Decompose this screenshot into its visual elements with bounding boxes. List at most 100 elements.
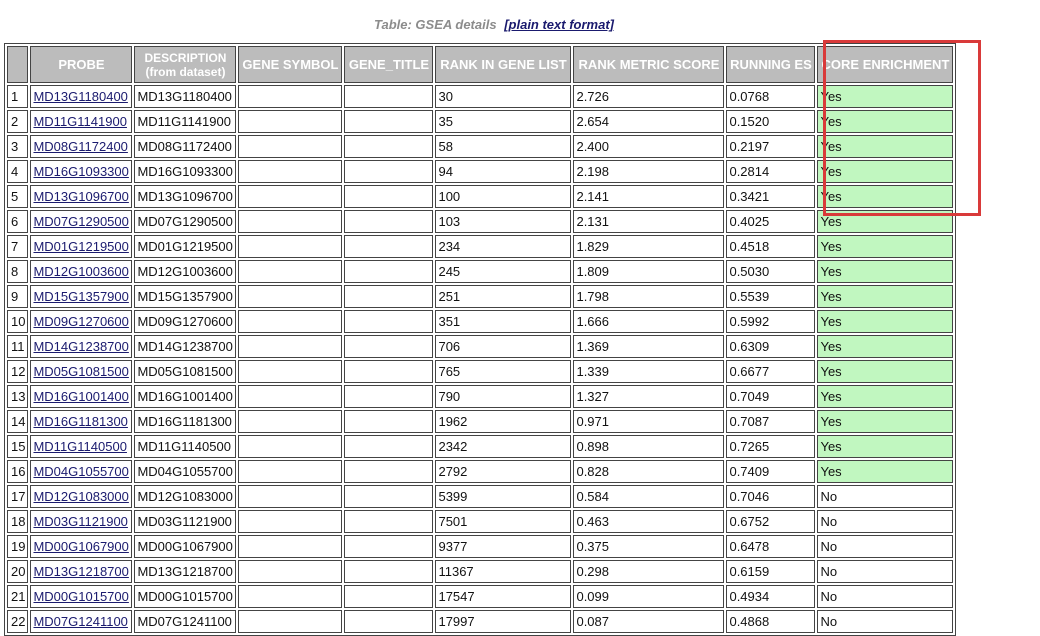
probe-link[interactable]: MD04G1055700	[33, 464, 128, 479]
cell-probe: MD11G1141900	[30, 110, 133, 133]
probe-link[interactable]: MD16G1181300	[33, 414, 127, 429]
cell-gene-symbol	[238, 110, 343, 133]
cell-description: MD05G1081500	[134, 360, 237, 383]
probe-link[interactable]: MD11G1140500	[33, 439, 126, 454]
cell-probe: MD12G1083000	[30, 485, 133, 508]
probe-link[interactable]: MD11G1141900	[33, 114, 126, 129]
caption-text: Table: GSEA details	[374, 17, 497, 32]
cell-probe: MD14G1238700	[30, 335, 133, 358]
cell-rank-in-gene-list: 251	[435, 285, 572, 308]
probe-link[interactable]: MD14G1238700	[33, 339, 128, 354]
probe-link[interactable]: MD07G1241100	[33, 614, 127, 629]
cell-running-es: 0.6159	[726, 560, 816, 583]
cell-probe: MD16G1093300	[30, 160, 133, 183]
cell-description: MD13G1180400	[134, 85, 237, 108]
cell-rank-in-gene-list: 11367	[435, 560, 572, 583]
cell-rank-metric-score: 1.327	[573, 385, 725, 408]
cell-core-enrichment: No	[817, 610, 954, 633]
probe-link[interactable]: MD03G1121900	[33, 514, 127, 529]
cell-gene-symbol	[238, 410, 343, 433]
probe-link[interactable]: MD13G1180400	[33, 89, 127, 104]
probe-link[interactable]: MD00G1015700	[33, 589, 128, 604]
cell-core-enrichment: Yes	[817, 410, 954, 433]
cell-rank-in-gene-list: 5399	[435, 485, 572, 508]
cell-index: 8	[7, 260, 29, 283]
cell-gene-symbol	[238, 460, 343, 483]
cell-gene-symbol	[238, 235, 343, 258]
cell-index: 12	[7, 360, 29, 383]
cell-gene-title	[344, 335, 434, 358]
cell-gene-symbol	[238, 335, 343, 358]
cell-running-es: 0.5992	[726, 310, 816, 333]
cell-rank-metric-score: 1.809	[573, 260, 725, 283]
cell-description: MD01G1219500	[134, 235, 237, 258]
cell-core-enrichment: Yes	[817, 85, 954, 108]
probe-link[interactable]: MD12G1003600	[33, 264, 128, 279]
probe-link[interactable]: MD13G1096700	[33, 189, 128, 204]
cell-gene-title	[344, 560, 434, 583]
cell-index: 18	[7, 510, 29, 533]
plain-text-format-link[interactable]: [plain text format]	[504, 17, 614, 32]
table-row: 22 MD07G1241100 MD07G1241100 17997 0.087 0.48…	[7, 610, 954, 633]
cell-description: MD11G1141900	[134, 110, 237, 133]
cell-rank-in-gene-list: 100	[435, 185, 572, 208]
cell-index: 15	[7, 435, 29, 458]
cell-rank-metric-score: 0.828	[573, 460, 725, 483]
probe-link[interactable]: MD16G1001400	[33, 389, 128, 404]
cell-rank-in-gene-list: 2792	[435, 460, 572, 483]
cell-probe: MD13G1180400	[30, 85, 133, 108]
cell-probe: MD07G1241100	[30, 610, 133, 633]
cell-index: 19	[7, 535, 29, 558]
probe-link[interactable]: MD16G1093300	[33, 164, 128, 179]
table-row: 10 MD09G1270600 MD09G1270600 351 1.666 0.5992…	[7, 310, 954, 333]
cell-running-es: 0.2197	[726, 135, 816, 158]
cell-core-enrichment: Yes	[817, 360, 954, 383]
cell-running-es: 0.0768	[726, 85, 816, 108]
cell-description: MD08G1172400	[134, 135, 237, 158]
cell-description: MD15G1357900	[134, 285, 237, 308]
cell-probe: MD11G1140500	[30, 435, 133, 458]
col-header-rank-in-gene-list: RANK IN GENE LIST	[435, 46, 572, 83]
cell-running-es: 0.6677	[726, 360, 816, 383]
cell-index: 3	[7, 135, 29, 158]
cell-index: 11	[7, 335, 29, 358]
cell-core-enrichment: Yes	[817, 435, 954, 458]
cell-rank-metric-score: 1.666	[573, 310, 725, 333]
probe-link[interactable]: MD09G1270600	[33, 314, 128, 329]
cell-running-es: 0.4868	[726, 610, 816, 633]
probe-link[interactable]: MD01G1219500	[33, 239, 128, 254]
cell-gene-title	[344, 185, 434, 208]
cell-running-es: 0.7265	[726, 435, 816, 458]
cell-description: MD16G1001400	[134, 385, 237, 408]
cell-probe: MD08G1172400	[30, 135, 133, 158]
cell-description: MD09G1270600	[134, 310, 237, 333]
cell-gene-symbol	[238, 310, 343, 333]
cell-rank-in-gene-list: 351	[435, 310, 572, 333]
probe-link[interactable]: MD05G1081500	[33, 364, 128, 379]
probe-link[interactable]: MD13G1218700	[33, 564, 128, 579]
cell-gene-symbol	[238, 435, 343, 458]
probe-link[interactable]: MD07G1290500	[33, 214, 128, 229]
cell-probe: MD16G1001400	[30, 385, 133, 408]
cell-core-enrichment: Yes	[817, 460, 954, 483]
cell-core-enrichment: No	[817, 535, 954, 558]
cell-rank-in-gene-list: 103	[435, 210, 572, 233]
col-header-rank-metric-score: RANK METRIC SCORE	[573, 46, 725, 83]
cell-index: 6	[7, 210, 29, 233]
cell-rank-in-gene-list: 94	[435, 160, 572, 183]
cell-probe: MD15G1357900	[30, 285, 133, 308]
cell-gene-symbol	[238, 510, 343, 533]
cell-running-es: 0.1520	[726, 110, 816, 133]
table-row: 3 MD08G1172400 MD08G1172400 58 2.400 0.2197 Ye…	[7, 135, 954, 158]
probe-link[interactable]: MD08G1172400	[33, 139, 127, 154]
table-row: 8 MD12G1003600 MD12G1003600 245 1.809 0.5030 Y…	[7, 260, 954, 283]
cell-rank-in-gene-list: 2342	[435, 435, 572, 458]
table-row: 13 MD16G1001400 MD16G1001400 790 1.327 0.7049…	[7, 385, 954, 408]
probe-link[interactable]: MD12G1083000	[33, 489, 128, 504]
probe-link[interactable]: MD15G1357900	[33, 289, 128, 304]
cell-rank-in-gene-list: 35	[435, 110, 572, 133]
probe-link[interactable]: MD00G1067900	[33, 539, 128, 554]
cell-gene-symbol	[238, 135, 343, 158]
cell-gene-symbol	[238, 610, 343, 633]
cell-description: MD11G1140500	[134, 435, 237, 458]
